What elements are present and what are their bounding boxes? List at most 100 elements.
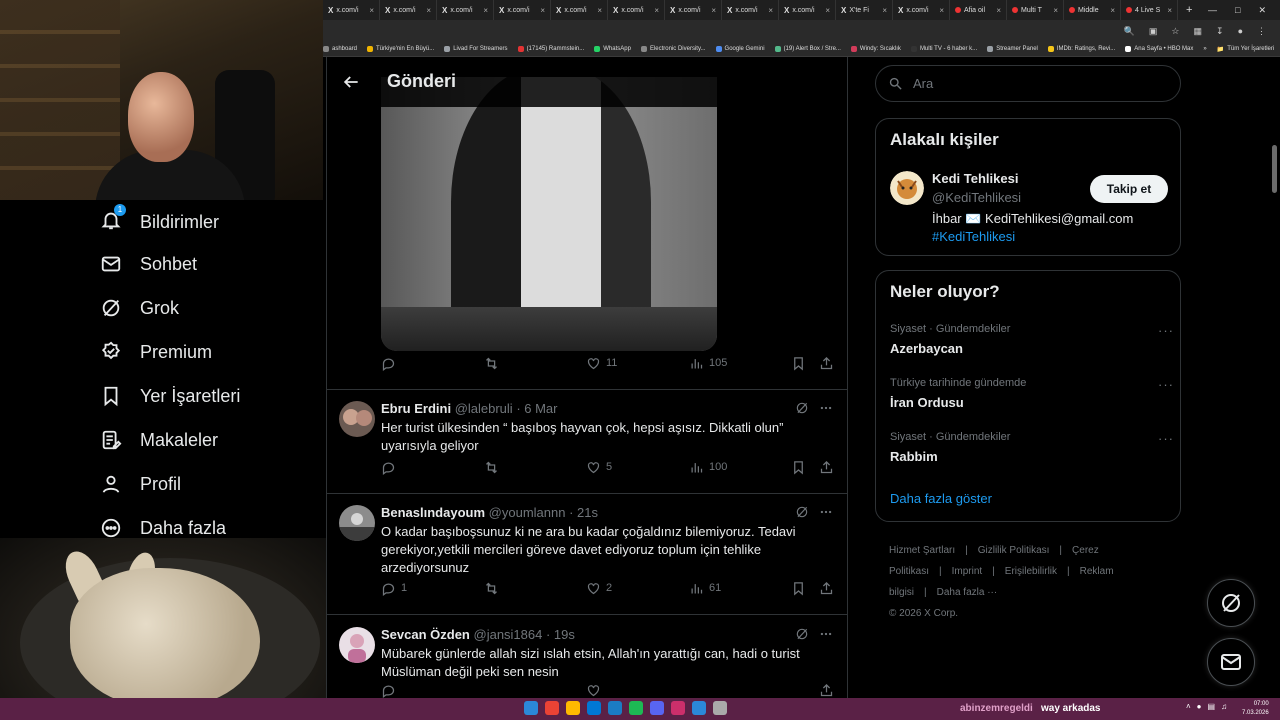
bookmark-item[interactable]: Livad For Streamers	[444, 46, 508, 52]
grok-fab-button[interactable]	[1207, 579, 1255, 627]
author-handle[interactable]: @youmlannn	[489, 505, 566, 520]
browser-tab[interactable]: Xx.com/i ×	[437, 0, 494, 20]
close-tab-icon[interactable]: ×	[540, 6, 545, 15]
close-tab-icon[interactable]: ×	[1053, 6, 1058, 15]
trend-item[interactable]: Siyaset · Gündemdekiler Rabbim ···	[890, 431, 1173, 464]
bookmark-button[interactable]	[791, 460, 806, 475]
taskbar-app-icon[interactable]	[671, 701, 685, 715]
close-tab-icon[interactable]: ×	[939, 6, 944, 15]
like-button[interactable]: 5	[586, 460, 612, 475]
cast-icon[interactable]: ▣	[1149, 26, 1158, 37]
bookmark-item[interactable]: Streamer Panel	[987, 46, 1038, 52]
share-button[interactable]	[819, 683, 834, 698]
all-bookmarks-link[interactable]: 📁 Tüm Yer İşaretleri	[1217, 46, 1280, 53]
taskbar-app-icon[interactable]	[629, 701, 643, 715]
bookmark-item[interactable]: Ana Sayfa • HBO Max	[1125, 46, 1193, 52]
bookmark-item[interactable]: ashboard	[323, 46, 357, 52]
grok-icon[interactable]	[795, 505, 809, 519]
close-window-icon[interactable]: ✕	[1258, 5, 1266, 16]
close-tab-icon[interactable]: ×	[882, 6, 887, 15]
browser-tab[interactable]: Xx.com/i ×	[323, 0, 380, 20]
post-time[interactable]: · 6 Mar	[516, 401, 557, 416]
bookmark-item[interactable]: Google Gemini	[715, 46, 765, 52]
trend-item[interactable]: Türkiye tarihinde gündemde İran Ordusu ·…	[890, 377, 1173, 410]
messages-fab-button[interactable]	[1207, 638, 1255, 686]
back-arrow-icon[interactable]	[341, 72, 361, 92]
author-name[interactable]: Ebru Erdini	[381, 401, 451, 416]
avatar[interactable]	[339, 505, 375, 541]
more-options-icon[interactable]	[819, 505, 833, 519]
nav-grok[interactable]: Grok	[100, 297, 179, 319]
footer-link[interactable]: Daha fazla ···	[937, 587, 998, 598]
bookmark-item[interactable]: IMDb: Ratings, Revi...	[1047, 46, 1115, 52]
nav-notifications[interactable]: 1 Bildirimler	[100, 204, 219, 236]
browser-tab[interactable]: Multi T ×	[1007, 0, 1064, 20]
grok-icon[interactable]	[795, 401, 809, 415]
reply-button[interactable]: 1	[381, 581, 407, 596]
related-handle[interactable]: @KediTehlikesi	[932, 190, 1021, 205]
more-options-icon[interactable]	[819, 401, 833, 415]
new-tab-button[interactable]: +	[1178, 4, 1200, 16]
nav-articles[interactable]: Makaleler	[100, 429, 218, 451]
profile-icon[interactable]: ●	[1238, 26, 1243, 36]
taskbar-app-icon[interactable]	[608, 701, 622, 715]
volume-icon[interactable]: ♫	[1221, 702, 1227, 711]
more-options-icon[interactable]: ···	[1158, 377, 1174, 392]
taskbar-app-icon[interactable]	[524, 701, 538, 715]
clock[interactable]: 07:00 7.03.2026	[1242, 700, 1269, 718]
bookmark-item[interactable]: (19) Alert Box / Stre...	[774, 46, 841, 52]
author-name[interactable]: Sevcan Özden	[381, 627, 470, 642]
browser-tab[interactable]: Xx.com/i ×	[494, 0, 551, 20]
close-tab-icon[interactable]: ×	[369, 6, 374, 15]
share-button[interactable]	[819, 356, 834, 371]
like-button[interactable]: 11	[586, 356, 617, 371]
taskbar-app-icon[interactable]	[545, 701, 559, 715]
taskbar-app-icon[interactable]	[650, 701, 664, 715]
nav-profile[interactable]: Profil	[100, 473, 181, 495]
browser-tab[interactable]: Xx.com/i ×	[893, 0, 950, 20]
repost-button[interactable]	[484, 460, 499, 475]
more-options-icon[interactable]: ···	[1158, 323, 1174, 338]
bookmark-button[interactable]	[791, 356, 806, 371]
views-button[interactable]: 100	[689, 460, 727, 475]
taskbar-app-icon[interactable]	[566, 701, 580, 715]
download-icon[interactable]: ↧	[1216, 26, 1224, 37]
views-button[interactable]: 61	[689, 581, 721, 596]
grok-icon[interactable]	[795, 627, 809, 641]
footer-link[interactable]: Hizmet Şartları	[889, 545, 955, 556]
browser-tab[interactable]: Xx.com/i ×	[722, 0, 779, 20]
reply-button[interactable]	[381, 356, 396, 371]
browser-tab[interactable]: X X'te Fi ×	[836, 0, 893, 20]
follow-button[interactable]: Takip et	[1090, 175, 1168, 203]
like-button[interactable]: 2	[586, 581, 612, 596]
browser-tab[interactable]: Xx.com/i ×	[779, 0, 836, 20]
more-options-icon[interactable]	[819, 627, 833, 641]
bookmark-item[interactable]: Türkiye'nin En Büyü...	[367, 46, 434, 52]
share-button[interactable]	[819, 460, 834, 475]
browser-tab[interactable]: Xx.com/i ×	[665, 0, 722, 20]
maximize-icon[interactable]: □	[1235, 5, 1240, 16]
network-icon[interactable]: ▤	[1208, 702, 1216, 711]
footer-link[interactable]: Erişilebilirlik	[1005, 566, 1057, 577]
trend-item[interactable]: Siyaset · Gündemdekiler Azerbaycan ···	[890, 323, 1173, 356]
search-box[interactable]: Ara	[875, 65, 1181, 102]
browser-tab[interactable]: Afia oil ×	[950, 0, 1007, 20]
footer-link[interactable]: Gizlilik Politikası	[978, 545, 1050, 556]
close-tab-icon[interactable]: ×	[654, 6, 659, 15]
more-options-icon[interactable]: ···	[1158, 431, 1174, 446]
repost-button[interactable]	[484, 581, 499, 596]
reply-button[interactable]	[381, 460, 396, 475]
taskbar-app-icon[interactable]	[587, 701, 601, 715]
close-tab-icon[interactable]: ×	[597, 6, 602, 15]
chevron-up-icon[interactable]: ˄	[1186, 702, 1191, 711]
bookmark-item[interactable]: Multi TV - 6 haber k...	[910, 46, 977, 52]
browser-tab[interactable]: Xx.com/i ×	[380, 0, 437, 20]
browser-tab[interactable]: Xx.com/i ×	[608, 0, 665, 20]
author-handle[interactable]: @jansi1864	[474, 627, 543, 642]
share-button[interactable]	[819, 581, 834, 596]
bookmark-item[interactable]: (17145) Rammstein...	[517, 46, 584, 52]
close-tab-icon[interactable]: ×	[1110, 6, 1115, 15]
bookmark-button[interactable]	[791, 581, 806, 596]
browser-tab[interactable]: Xx.com/i ×	[551, 0, 608, 20]
close-tab-icon[interactable]: ×	[483, 6, 488, 15]
